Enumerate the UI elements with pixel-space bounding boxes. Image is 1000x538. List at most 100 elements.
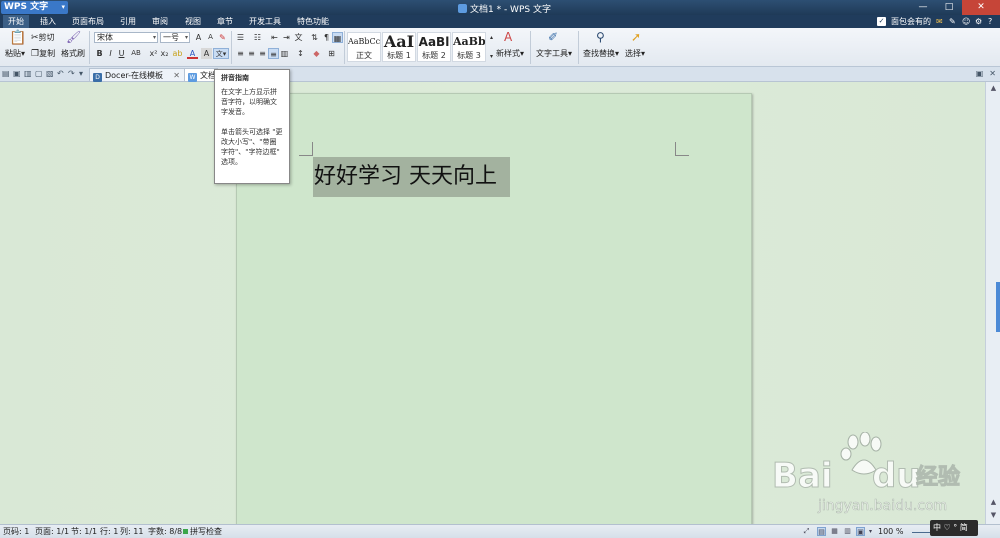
cut-button[interactable]: ✂剪切 xyxy=(31,33,55,43)
text-tools-icon[interactable]: ✐ xyxy=(548,31,558,43)
align-center-icon[interactable]: ≡ xyxy=(246,48,257,59)
feedback-icon[interactable]: ☺ xyxy=(962,17,970,26)
settings-icon[interactable]: ⚙ xyxy=(975,17,983,26)
customize-icon[interactable]: ▾ xyxy=(79,69,87,79)
chinese-layout-icon[interactable]: 文 xyxy=(293,32,304,43)
preview-icon[interactable]: ▢ xyxy=(35,69,43,79)
style-heading-1[interactable]: AaI 标题 1 xyxy=(382,32,416,62)
line-spacing-icon[interactable]: ↕ xyxy=(295,48,306,59)
status-page-number[interactable]: 页码: 1 xyxy=(3,525,29,538)
spell-check-button[interactable]: 拼写检查 xyxy=(183,525,222,538)
close-button[interactable]: ✕ xyxy=(962,0,1000,15)
selected-text[interactable]: 好好学习 天天向上 xyxy=(313,157,510,197)
new-style-icon[interactable]: A xyxy=(504,31,512,43)
distributed-icon[interactable]: ▥ xyxy=(279,48,290,59)
select-button[interactable]: 选择▾ xyxy=(625,49,645,59)
tab-insert[interactable]: 插入 xyxy=(40,15,56,28)
outline-view-icon[interactable]: ▦ xyxy=(830,527,839,536)
style-normal[interactable]: AaBbCc 正文 xyxy=(347,32,381,62)
ime-indicator[interactable]: 中 ♡ ° 简 xyxy=(930,520,978,536)
italic-icon[interactable]: I xyxy=(105,48,116,59)
new-style-button[interactable]: 新样式▾ xyxy=(496,49,524,59)
help-icon[interactable]: ? xyxy=(988,17,996,26)
subscript-icon[interactable]: x₂ xyxy=(159,48,170,59)
tab-sections[interactable]: 章节 xyxy=(217,15,233,28)
format-painter-button[interactable]: 格式刷 xyxy=(61,49,85,59)
status-word-count[interactable]: 字数: 8/8 xyxy=(148,525,182,538)
restore-icon[interactable]: ▣ xyxy=(976,69,984,78)
align-left-icon[interactable]: ≡ xyxy=(235,48,246,59)
page-view-icon[interactable]: ▤ xyxy=(817,527,826,536)
paste-icon[interactable]: 📋 xyxy=(9,31,26,45)
print-icon[interactable]: ▥ xyxy=(24,69,32,79)
chevron-down-icon[interactable]: ▾ xyxy=(866,527,875,536)
zoom-level[interactable]: 100 % xyxy=(878,525,903,538)
status-pages[interactable]: 页面: 1/1 xyxy=(35,525,69,538)
tab-view[interactable]: 视图 xyxy=(185,15,201,28)
underline-icon[interactable]: U xyxy=(116,48,127,59)
close-icon[interactable]: ✕ xyxy=(989,69,996,78)
web-view-icon[interactable]: ▥ xyxy=(843,527,852,536)
status-row[interactable]: 行: 1 xyxy=(100,525,118,538)
clear-format-icon[interactable]: ✎ xyxy=(217,32,228,43)
tab-developer[interactable]: 开发工具 xyxy=(249,15,281,28)
sort-icon[interactable]: ⇅ xyxy=(309,32,320,43)
char-shading-icon[interactable]: A xyxy=(201,48,212,59)
reading-view-icon[interactable]: ▣ xyxy=(856,527,865,536)
cursor-icon[interactable]: ➚ xyxy=(631,31,641,43)
style-heading-3[interactable]: AaBb 标题 3 xyxy=(452,32,486,62)
check-icon[interactable]: ✓ xyxy=(877,17,886,26)
minimize-button[interactable]: — xyxy=(910,0,936,15)
highlight-icon[interactable]: ab xyxy=(172,48,183,59)
previous-page-icon[interactable]: ▲ xyxy=(988,498,999,507)
paste-button[interactable]: 粘贴▾ xyxy=(5,49,25,59)
table-grid-icon[interactable]: ▦ xyxy=(332,32,343,43)
pdf-icon[interactable]: ▧ xyxy=(46,69,54,79)
close-icon[interactable]: ✕ xyxy=(173,69,180,82)
status-column[interactable]: 列: 11 xyxy=(120,525,143,538)
shading-icon[interactable]: ◆ xyxy=(311,48,322,59)
bullets-icon[interactable]: ☰ xyxy=(235,32,246,43)
font-name-combo[interactable]: 宋体 ▾ xyxy=(94,32,158,43)
copy-button[interactable]: ❐复制 xyxy=(31,49,55,59)
mail-icon[interactable]: ✉ xyxy=(936,17,944,26)
tab-document-1[interactable]: W 文档 xyxy=(184,68,218,82)
find-replace-button[interactable]: 查找替换▾ xyxy=(583,49,619,59)
tab-features[interactable]: 特色功能 xyxy=(297,15,329,28)
user-name[interactable]: 面包会有的 xyxy=(891,16,931,27)
open-icon[interactable]: ▤ xyxy=(2,69,10,79)
tab-review[interactable]: 审阅 xyxy=(152,15,168,28)
app-menu-button[interactable]: WPS 文字 ▾ xyxy=(1,1,68,14)
font-color-icon[interactable]: A xyxy=(187,48,198,59)
next-page-icon[interactable]: ▼ xyxy=(988,511,999,520)
increase-indent-icon[interactable]: ⇥ xyxy=(281,32,292,43)
full-screen-view-icon[interactable]: ⤢ xyxy=(802,527,811,536)
borders-icon[interactable]: ⊞ xyxy=(326,48,337,59)
superscript-icon[interactable]: x² xyxy=(148,48,159,59)
bold-icon[interactable]: B xyxy=(94,48,105,59)
font-size-combo[interactable]: 一号 ▾ xyxy=(160,32,190,43)
tab-page-layout[interactable]: 页面布局 xyxy=(72,15,104,28)
maximize-button[interactable]: □ xyxy=(936,0,962,15)
status-section[interactable]: 节: 1/1 xyxy=(71,525,97,538)
align-right-icon[interactable]: ≡ xyxy=(257,48,268,59)
style-heading-2[interactable]: AaBl 标题 2 xyxy=(417,32,451,62)
tab-references[interactable]: 引用 xyxy=(120,15,136,28)
save-icon[interactable]: ▣ xyxy=(13,69,21,79)
strikethrough-icon[interactable]: AB xyxy=(128,48,144,59)
justify-icon[interactable]: ≡ xyxy=(268,48,279,59)
numbering-icon[interactable]: ☷ xyxy=(252,32,263,43)
tab-home[interactable]: 开始 xyxy=(3,15,29,28)
grow-font-icon[interactable]: A xyxy=(193,32,204,43)
redo-icon[interactable]: ↷ xyxy=(68,69,76,79)
skin-icon[interactable]: ✎ xyxy=(949,17,957,26)
tab-docer[interactable]: D Docer-在线模板 ✕ xyxy=(89,68,185,82)
phonetic-guide-icon[interactable]: 文▾ xyxy=(213,48,229,59)
format-painter-icon[interactable]: 🖌 xyxy=(66,31,81,43)
binoculars-icon[interactable]: ⚲ xyxy=(596,31,605,43)
decrease-indent-icon[interactable]: ⇤ xyxy=(269,32,280,43)
scroll-up-icon[interactable]: ▲ xyxy=(988,84,999,93)
text-tools-button[interactable]: 文字工具▾ xyxy=(536,49,572,59)
scrollbar-thumb[interactable] xyxy=(996,282,1000,332)
undo-icon[interactable]: ↶ xyxy=(57,69,65,79)
